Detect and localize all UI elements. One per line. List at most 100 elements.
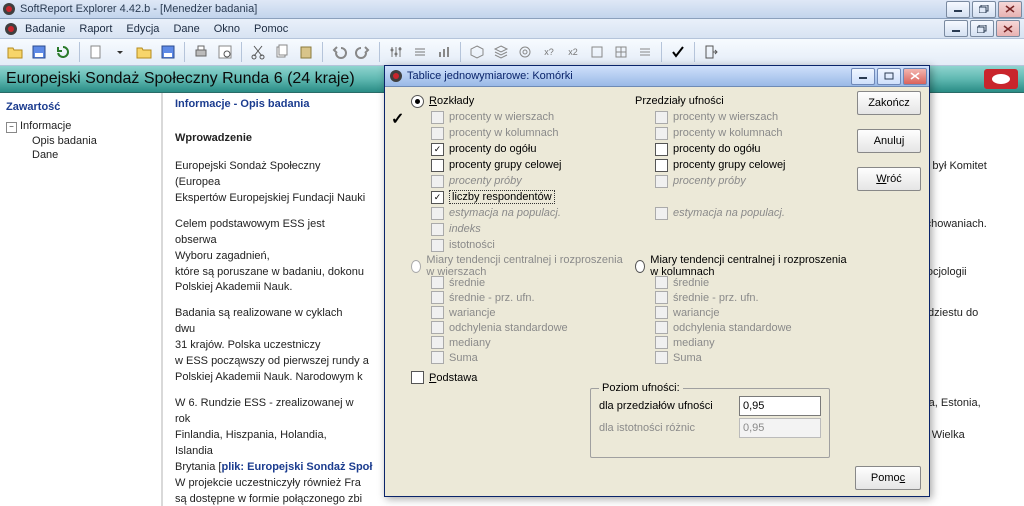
wroc-button[interactable]: Wróć — [857, 167, 921, 191]
dialog-maximize-button[interactable] — [877, 68, 901, 85]
p4c-link[interactable]: plik: Europejski Sondaż Społ — [221, 461, 372, 473]
tb-chart-icon[interactable] — [433, 41, 455, 63]
lbl2-spu: średnie - prz. ufn. — [449, 292, 535, 304]
r2chk-os — [655, 321, 668, 334]
chk-lr[interactable] — [431, 191, 444, 204]
mdi-close-button[interactable] — [996, 20, 1020, 37]
chk-pgc[interactable] — [431, 159, 444, 172]
r2lbl-sr: średnie — [673, 277, 709, 289]
tb-equalizer-icon[interactable] — [385, 41, 407, 63]
rchk-pgc[interactable] — [655, 159, 668, 172]
p2c: które są poruszane w badaniu, dokonu — [175, 265, 365, 281]
chk-ist — [431, 239, 444, 252]
r2chk-sr — [655, 276, 668, 289]
menu-raport[interactable]: Raport — [72, 21, 119, 37]
chk-idx — [431, 223, 444, 236]
rlbl-ep: estymacja na populacj. — [673, 207, 785, 219]
rlbl-pw: procenty w wierszach — [673, 111, 778, 123]
rchk-po[interactable] — [655, 143, 668, 156]
tb-redo-icon[interactable] — [352, 41, 374, 63]
radio-icon[interactable] — [411, 95, 424, 108]
dialog-minimize-button[interactable] — [851, 68, 875, 85]
lbl-lr: liczby respondentów — [449, 190, 555, 204]
mdi-minimize-button[interactable] — [944, 20, 968, 37]
menu-okno[interactable]: Okno — [207, 21, 247, 37]
rlbl-pk: procenty w kolumnach — [673, 127, 782, 139]
p2a: Celem podstawowym ESS jest obserwa — [175, 217, 365, 249]
tb-dropdown-icon[interactable] — [109, 41, 131, 63]
tree-root-informacje[interactable]: −Informacje — [4, 119, 157, 134]
radio-rozklady[interactable]: Rozkłady — [411, 93, 625, 109]
tb-new-doc-icon[interactable] — [85, 41, 107, 63]
tree-item-dane[interactable]: Dane — [4, 148, 157, 162]
tb-save-icon[interactable] — [28, 41, 50, 63]
tb-undo-icon[interactable] — [328, 41, 350, 63]
rchk-pp — [655, 175, 668, 188]
tb-open-folder-icon[interactable] — [4, 41, 26, 63]
app-minimize-button[interactable] — [946, 1, 970, 18]
tb-outline-icon[interactable] — [586, 41, 608, 63]
tb-list-icon[interactable] — [634, 41, 656, 63]
tb-cut-icon[interactable] — [247, 41, 269, 63]
dialog-title: Tablice jednowymiarowe: Komórki — [407, 70, 849, 82]
radio-miary-kolumny[interactable]: Miary tendencji centralnej i rozproszeni… — [635, 257, 849, 275]
chk-podstawa-row[interactable]: Podstawa — [411, 371, 625, 384]
app-close-button[interactable] — [998, 1, 1022, 18]
tb-x2-icon[interactable]: x? — [538, 41, 560, 63]
app-restore-button[interactable] — [972, 1, 996, 18]
chk2-sum — [431, 351, 444, 364]
menu-pomoc[interactable]: Pomoc — [247, 21, 295, 37]
sidebar-tree: −Informacje Opis badania Dane — [4, 119, 157, 162]
rlbl-po: procenty do ogółu — [673, 143, 760, 155]
tb-layers-icon[interactable] — [490, 41, 512, 63]
menu-badanie[interactable]: Badanie — [18, 21, 72, 37]
chk-ep — [431, 207, 444, 220]
tb-copy-icon[interactable] — [271, 41, 293, 63]
chk-pk — [431, 127, 444, 140]
chk-po[interactable] — [431, 143, 444, 156]
tb-open2-icon[interactable] — [133, 41, 155, 63]
tree-item-opis-badania[interactable]: Opis badania — [4, 134, 157, 148]
lbl-pgc: procenty grupy celowej — [449, 159, 562, 171]
lbl-ep: estymacja na populacj. — [449, 207, 561, 219]
tb-save2-icon[interactable] — [157, 41, 179, 63]
tb-grid-icon[interactable] — [610, 41, 632, 63]
zakoncz-button[interactable]: Zakończ — [857, 91, 921, 115]
checkmark-icon: ✓ — [391, 109, 404, 129]
chk2-spu — [431, 291, 444, 304]
tb-print-icon[interactable] — [190, 41, 212, 63]
lbl-pw: procenty w wierszach — [449, 111, 554, 123]
tb-x2b-icon[interactable]: x2 — [562, 41, 584, 63]
tb-target-icon[interactable] — [514, 41, 536, 63]
tree-collapse-icon[interactable]: − — [6, 122, 17, 133]
dialog-tablice-komorki: Tablice jednowymiarowe: Komórki ✓ Zakońc… — [384, 65, 930, 497]
menu-bar: Badanie Raport Edycja Dane Okno Pomoc — [0, 19, 1024, 39]
conf-value-istotnosci: 0,95 — [739, 418, 821, 438]
tb-exit-icon[interactable] — [700, 41, 722, 63]
tb-preview-icon[interactable] — [214, 41, 236, 63]
tb-sliders-icon[interactable] — [409, 41, 431, 63]
menu-edycja[interactable]: Edycja — [119, 21, 166, 37]
lbl2-sum: Suma — [449, 352, 478, 364]
chk-podstawa[interactable] — [411, 371, 424, 384]
r2lbl-spu: średnie - prz. ufn. — [673, 292, 759, 304]
dialog-close-button[interactable] — [903, 68, 927, 85]
anuluj-button[interactable]: Anuluj — [857, 129, 921, 153]
conf-value-przedzialy[interactable]: 0,95 — [739, 396, 821, 416]
radio-miary-wiersze: Miary tendencji centralnej i rozproszeni… — [411, 257, 625, 275]
radio-icon[interactable] — [635, 260, 645, 273]
tb-refresh-icon[interactable] — [52, 41, 74, 63]
menu-dane[interactable]: Dane — [166, 21, 206, 37]
dialog-titlebar[interactable]: Tablice jednowymiarowe: Komórki — [385, 66, 929, 87]
r2chk-sum — [655, 351, 668, 364]
pomoc-button[interactable]: Pomoc — [855, 466, 921, 490]
conf-row-istotnosci: dla istotności różnic 0,95 — [591, 417, 829, 439]
tb-check-icon[interactable] — [667, 41, 689, 63]
heading-label: Przedziały ufności — [635, 95, 724, 107]
tb-cube-icon[interactable] — [466, 41, 488, 63]
mdi-restore-button[interactable] — [970, 20, 994, 37]
tb-paste-icon[interactable] — [295, 41, 317, 63]
p4b: Finlandia, Hiszpania, Holandia, Islandia — [175, 428, 365, 460]
chk2-os — [431, 321, 444, 334]
r2lbl-med: mediany — [673, 337, 715, 349]
